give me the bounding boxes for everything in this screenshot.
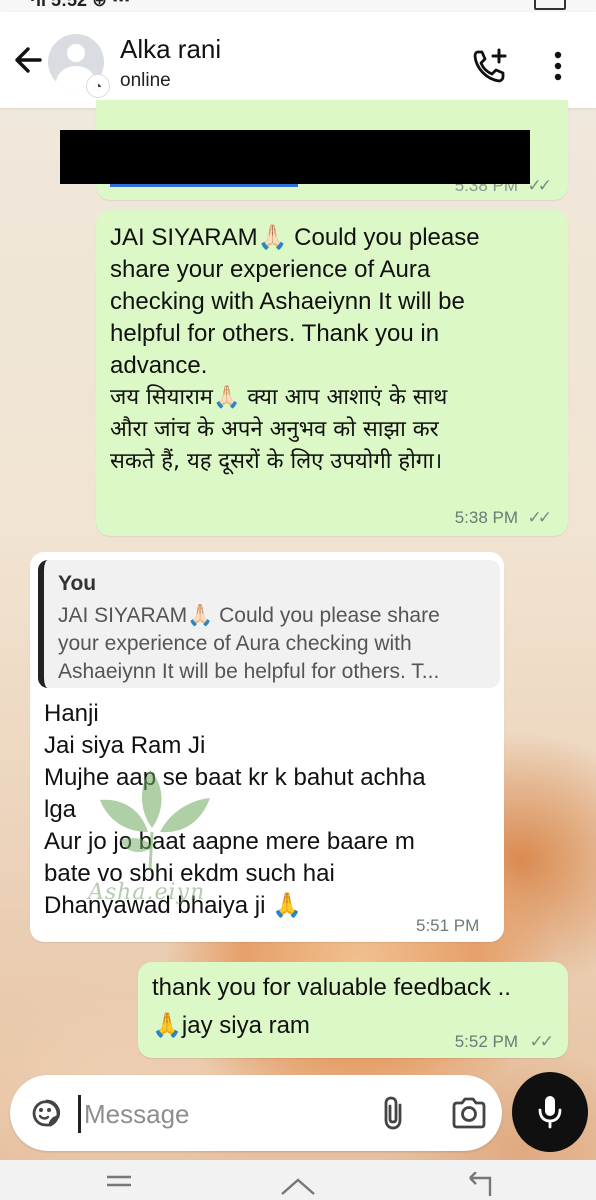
chat-header: ◔ Alka rani online <box>0 12 596 108</box>
home-icon[interactable] <box>278 1172 318 1196</box>
message-line: औरा जांच के अपने अनुभव को साझा कर <box>110 417 439 442</box>
status-time: ·ıl 5:52 ⊕ ⋯ <box>30 0 131 10</box>
text-cursor <box>78 1095 81 1133</box>
message-line: advance. <box>110 352 208 379</box>
add-call-icon[interactable] <box>470 46 510 86</box>
message-line: JAI SIYARAM🙏🏻 Could you please <box>110 224 480 251</box>
mic-button[interactable] <box>512 1072 588 1152</box>
message-bubble-outgoing[interactable]: JAI SIYARAM🙏🏻 Could you please share you… <box>96 210 568 536</box>
leaf-watermark-icon <box>100 770 210 871</box>
read-ticks-icon: ✓✓ <box>527 508 552 527</box>
message-bubble-outgoing[interactable]: thank you for valuable feedback .. 🙏jay … <box>138 962 568 1058</box>
message-line: thank you for valuable feedback .. <box>152 974 511 1001</box>
link-underline <box>110 184 298 187</box>
message-time: 5:52 PM <box>454 1032 518 1051</box>
contact-name[interactable]: Alka rani <box>120 34 221 65</box>
read-ticks-icon: ✓✓ <box>527 176 552 195</box>
message-line: Jai siya Ram Ji <box>44 732 206 759</box>
message-line: जय सियाराम🙏🏻 क्या आप आशाएं के साथ <box>110 385 448 410</box>
watermark-text: Asha.eiyn <box>88 880 206 905</box>
quoted-author: You <box>58 572 97 595</box>
sticker-icon[interactable] <box>28 1095 64 1131</box>
message-composer <box>10 1075 502 1151</box>
read-ticks-icon: ✓✓ <box>529 1032 554 1051</box>
status-bar: ·ıl 5:52 ⊕ ⋯ <box>0 0 596 12</box>
message-line: Hanji <box>44 700 99 727</box>
attach-icon[interactable] <box>378 1095 410 1131</box>
message-time: 5:38 PM <box>454 508 518 527</box>
camera-icon[interactable] <box>450 1095 488 1131</box>
message-line: checking with Ashaeiynn It will be <box>110 288 465 315</box>
message-line: share your experience of Aura <box>110 256 431 283</box>
recents-icon[interactable] <box>104 1172 134 1192</box>
message-line: सकते हैं, यह दूसरों के लिए उपयोगी होगा। <box>110 449 443 474</box>
mic-icon <box>538 1096 562 1129</box>
quoted-reply[interactable]: You JAI SIYARAM🙏🏻 Could you please share… <box>38 560 500 688</box>
back-nav-icon[interactable] <box>462 1172 496 1196</box>
message-line: helpful for others. Thank you in <box>110 320 440 347</box>
quoted-line: Ashaeiynn It will be helpful for others.… <box>58 660 440 683</box>
back-arrow-icon[interactable] <box>10 42 46 78</box>
more-vert-icon[interactable] <box>545 46 571 86</box>
quoted-line: JAI SIYARAM🙏🏻 Could you please share <box>58 604 440 627</box>
disappearing-timer-icon: ◔ <box>86 74 110 98</box>
system-nav-bar <box>0 1160 596 1200</box>
contact-status: online <box>120 70 171 91</box>
quoted-line: your experience of Aura checking with <box>58 632 412 655</box>
message-input[interactable] <box>82 1091 356 1137</box>
battery-icon <box>534 0 566 10</box>
message-time: 5:51 PM <box>416 916 480 935</box>
redaction-bar <box>60 130 530 184</box>
